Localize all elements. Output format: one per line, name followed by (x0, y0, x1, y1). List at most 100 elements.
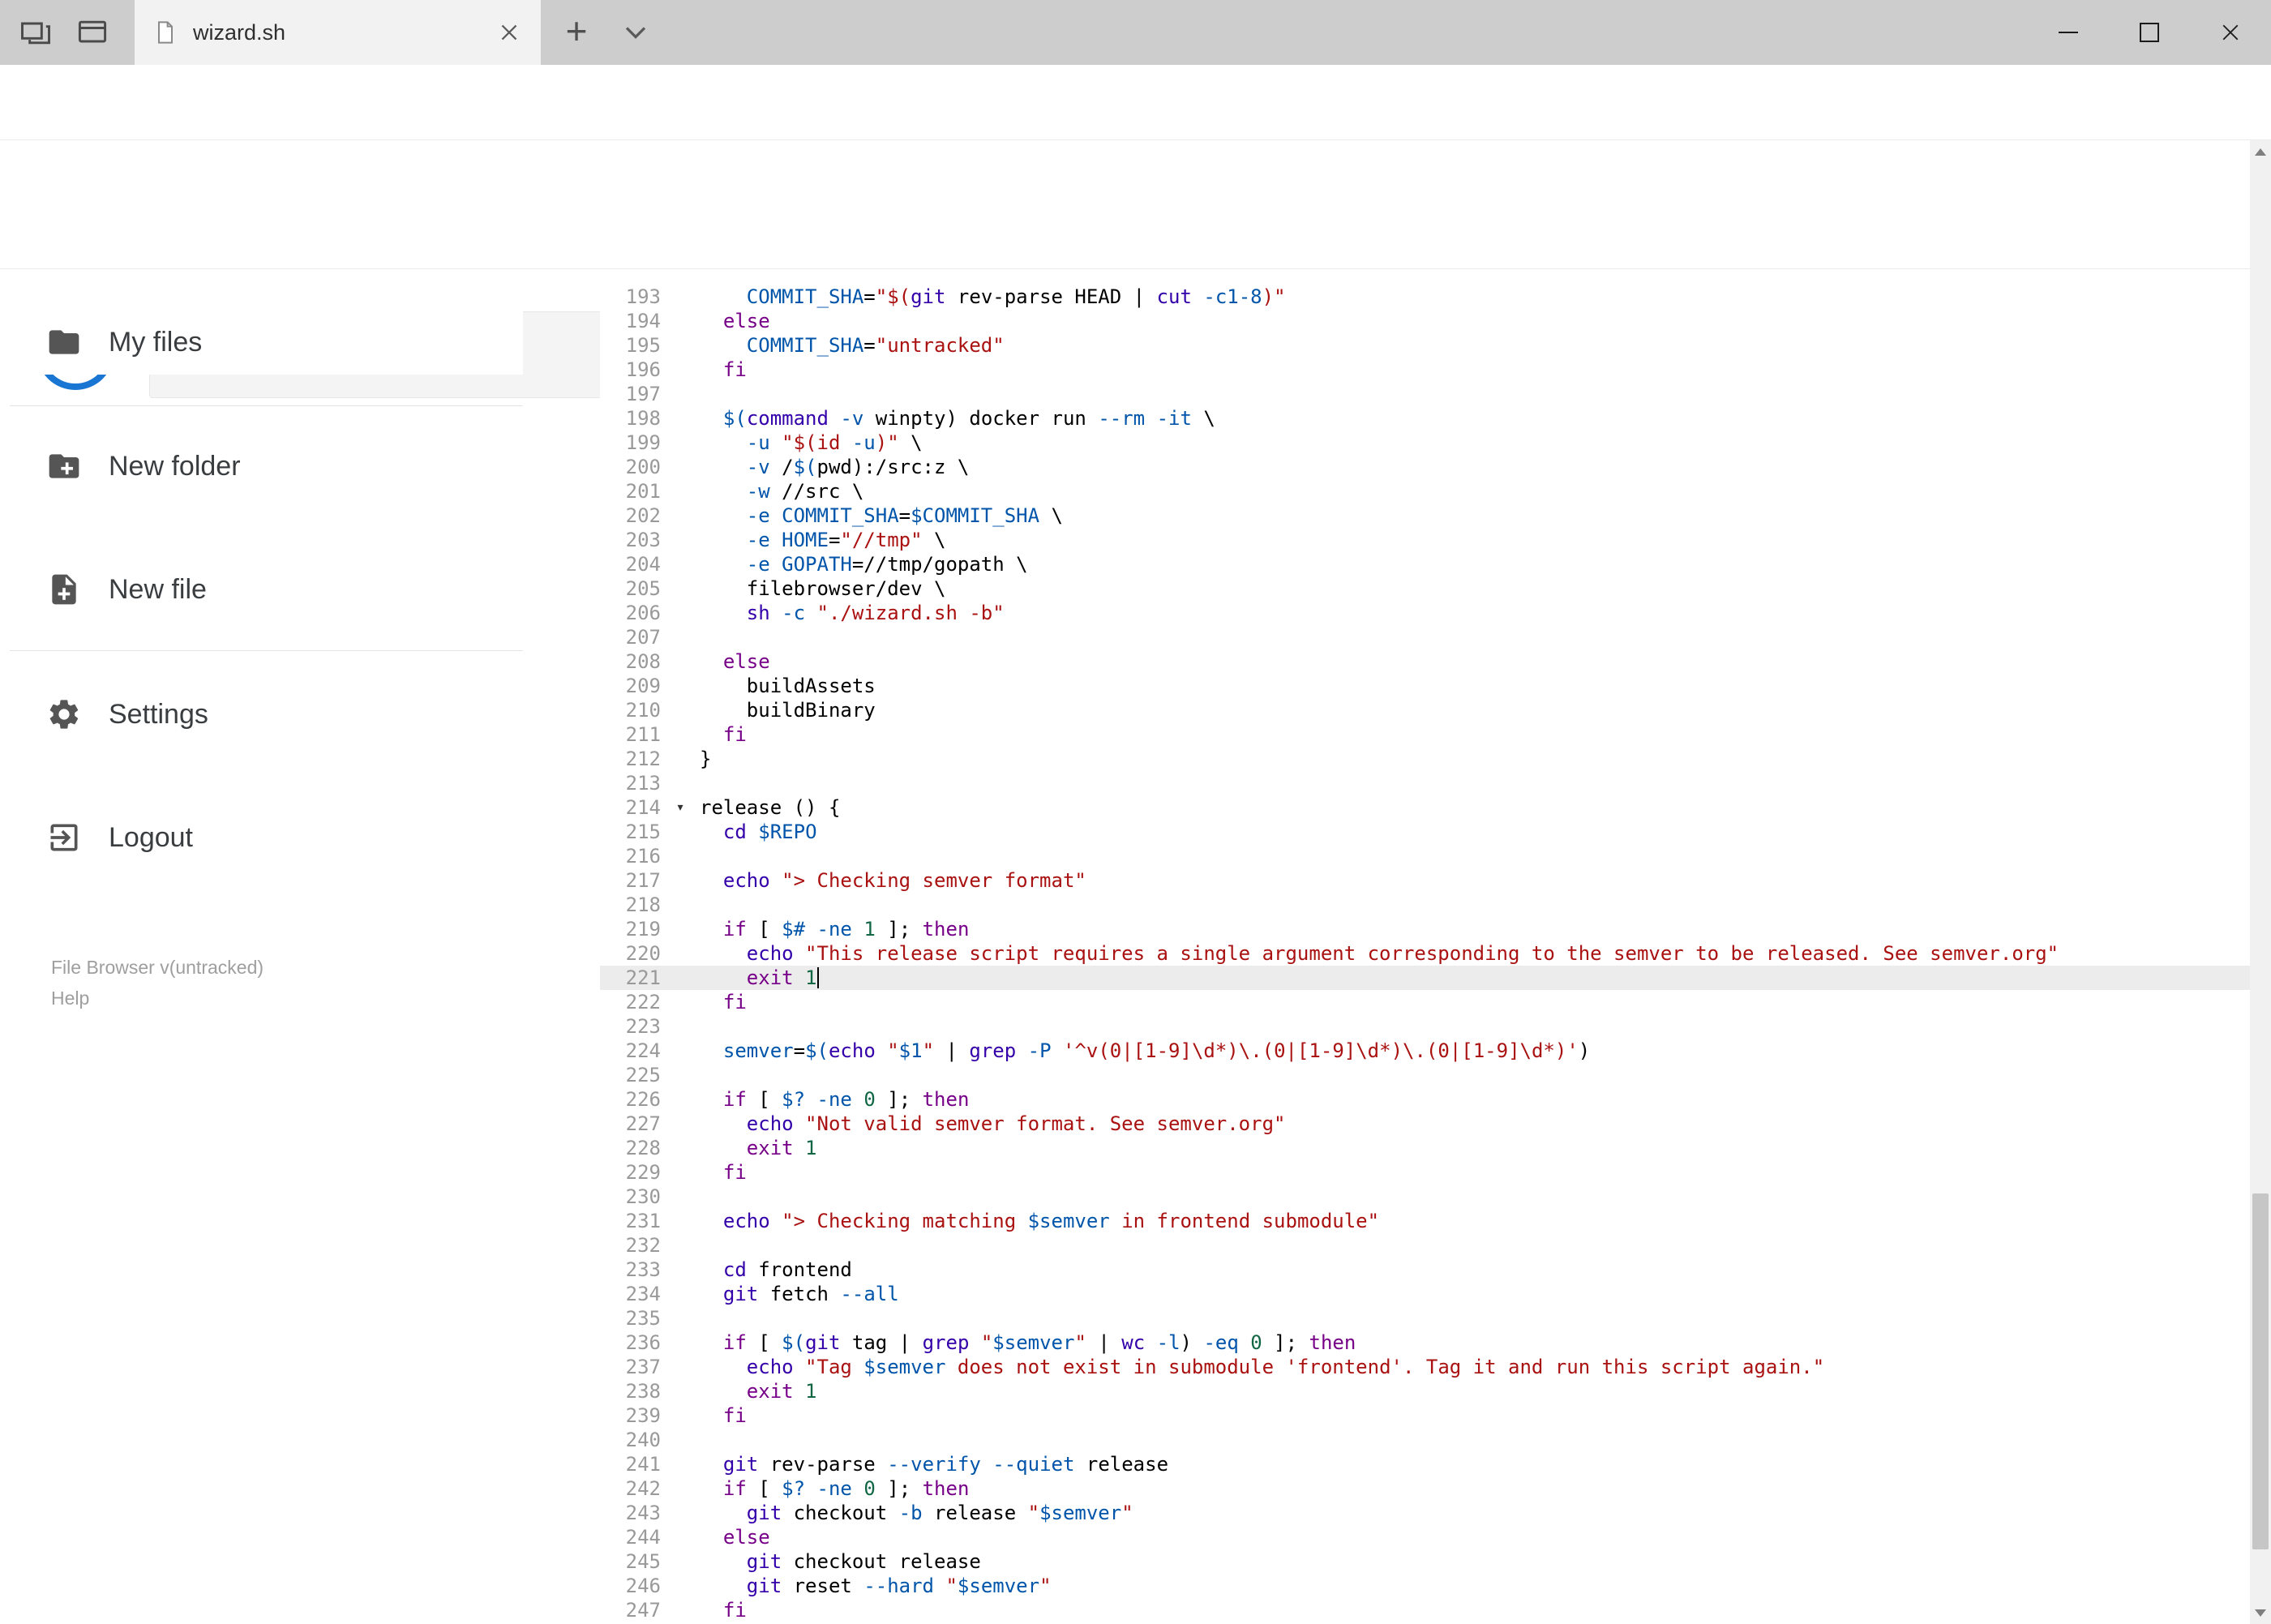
code-line[interactable]: 216 (600, 844, 2250, 868)
code-line[interactable]: 200 -v /$(pwd):/src:z \ (600, 455, 2250, 479)
code-line[interactable]: 215 cd $REPO (600, 820, 2250, 844)
code-line[interactable]: 220 echo "This release script requires a… (600, 941, 2250, 966)
code-line[interactable]: 240 (600, 1428, 2250, 1452)
code-line[interactable]: 195 COMMIT_SHA="untracked" (600, 333, 2250, 358)
code-text: exit 1 (746, 966, 819, 989)
code-editor[interactable]: 193 COMMIT_SHA="$(git rev-parse HEAD | c… (600, 269, 2250, 1624)
sidebar-item-new-file[interactable]: New file (0, 557, 523, 622)
code-line[interactable]: 193 COMMIT_SHA="$(git rev-parse HEAD | c… (600, 285, 2250, 309)
fold-gutter (661, 1136, 700, 1160)
code-line[interactable]: 241 git rev-parse --verify --quiet relea… (600, 1452, 2250, 1476)
fold-gutter (661, 552, 700, 576)
code-line[interactable]: 247 fi (600, 1598, 2250, 1622)
code-line[interactable]: 209 buildAssets (600, 674, 2250, 698)
code-line[interactable]: 204 -e GOPATH=//tmp/gopath \ (600, 552, 2250, 576)
code-text: echo "Not valid semver format. See semve… (746, 1112, 1286, 1135)
code-line[interactable]: 208 else (600, 649, 2250, 674)
code-line[interactable]: 218 (600, 893, 2250, 917)
code-text: } (700, 748, 712, 770)
line-number: 241 (625, 1453, 661, 1476)
fold-gutter (661, 1574, 700, 1598)
fold-gutter (661, 479, 700, 503)
line-number: 216 (625, 845, 661, 868)
code-line[interactable]: 236 if [ $(git tag | grep "$semver" | wc… (600, 1330, 2250, 1355)
code-line[interactable]: 198 $(command -v winpty) docker run --rm… (600, 406, 2250, 431)
fold-gutter (661, 382, 700, 406)
browser-tab[interactable]: wizard.sh (135, 0, 541, 65)
code-text: echo "Tag $semver does not exist in subm… (746, 1356, 1825, 1378)
code-line[interactable]: 226 if [ $? -ne 0 ]; then (600, 1087, 2250, 1112)
sidebar-item-my-files[interactable]: My files (0, 310, 523, 375)
code-line[interactable]: 203 -e HOME="//tmp" \ (600, 528, 2250, 552)
sidebar-item-label: My files (109, 326, 203, 358)
tab-title: wizard.sh (193, 19, 286, 45)
code-line[interactable]: 239 fi (600, 1403, 2250, 1428)
fold-marker-icon[interactable]: ▾ (661, 795, 700, 820)
code-line[interactable]: 230 (600, 1185, 2250, 1209)
scroll-down-arrow-icon[interactable] (2250, 1601, 2271, 1624)
code-line[interactable]: 205 filebrowser/dev \ (600, 576, 2250, 601)
code-line[interactable]: 217 echo "> Checking semver format" (600, 868, 2250, 893)
code-line[interactable]: 212} (600, 747, 2250, 771)
code-line[interactable]: 202 -e COMMIT_SHA=$COMMIT_SHA \ (600, 503, 2250, 528)
tab-close-icon[interactable] (495, 19, 523, 46)
code-line[interactable]: 201 -w //src \ (600, 479, 2250, 503)
code-line[interactable]: 232 (600, 1233, 2250, 1258)
code-line[interactable]: 199 -u "$(id -u)" \ (600, 431, 2250, 455)
code-line[interactable]: 235 (600, 1306, 2250, 1330)
code-line[interactable]: 246 git reset --hard "$semver" (600, 1574, 2250, 1598)
code-line[interactable]: 231 echo "> Checking matching $semver in… (600, 1209, 2250, 1233)
tab-preview-chevron-icon[interactable] (618, 15, 653, 50)
code-line[interactable]: 225 (600, 1063, 2250, 1087)
fold-gutter (661, 503, 700, 528)
line-number: 200 (625, 456, 661, 478)
code-line[interactable]: 197 (600, 382, 2250, 406)
code-line[interactable]: 207 (600, 625, 2250, 649)
code-line[interactable]: 206 sh -c "./wizard.sh -b" (600, 601, 2250, 625)
fold-gutter (661, 1476, 700, 1501)
code-line[interactable]: 229 fi (600, 1160, 2250, 1185)
code-line[interactable]: 233 cd frontend (600, 1258, 2250, 1282)
set-tabs-aside-icon[interactable] (18, 15, 54, 50)
new-tab-button[interactable]: + (553, 8, 600, 55)
code-line[interactable]: 224 semver=$(echo "$1" | grep -P '^v(0|[… (600, 1039, 2250, 1063)
sidebar-item-label: Logout (109, 821, 193, 853)
code-line[interactable]: 214 ▾ release () { (600, 795, 2250, 820)
code-line[interactable]: 219 if [ $# -ne 1 ]; then (600, 917, 2250, 941)
code-line[interactable]: 221 exit 1 (600, 966, 2250, 990)
code-line[interactable]: 242 if [ $? -ne 0 ]; then (600, 1476, 2250, 1501)
code-line[interactable]: 238 exit 1 (600, 1379, 2250, 1403)
maximize-button[interactable] (2109, 0, 2190, 65)
code-text: git checkout -b release "$semver" (746, 1502, 1133, 1524)
scroll-up-arrow-icon[interactable] (2250, 140, 2271, 163)
line-number: 225 (625, 1064, 661, 1086)
line-number: 204 (625, 553, 661, 576)
code-line[interactable]: 211 fi (600, 722, 2250, 747)
minimize-button[interactable] (2028, 0, 2109, 65)
code-line[interactable]: 222 fi (600, 990, 2250, 1014)
page-scrollbar[interactable] (2250, 140, 2271, 1624)
code-line[interactable]: 243 git checkout -b release "$semver" (600, 1501, 2250, 1525)
app-header (0, 140, 2271, 398)
sidebar-item-new-folder[interactable]: New folder (0, 434, 523, 499)
code-line[interactable]: 228 exit 1 (600, 1136, 2250, 1160)
code-line[interactable]: 210 buildBinary (600, 698, 2250, 722)
code-line[interactable]: 194 else (600, 309, 2250, 333)
code-line[interactable]: 213 (600, 771, 2250, 795)
scrollbar-thumb[interactable] (2252, 1193, 2269, 1550)
code-line[interactable]: 196 fi (600, 358, 2250, 382)
code-line[interactable]: 244 else (600, 1525, 2250, 1549)
help-link[interactable]: Help (51, 988, 89, 1009)
code-line[interactable]: 227 echo "Not valid semver format. See s… (600, 1112, 2250, 1136)
fold-gutter (661, 1549, 700, 1574)
code-line[interactable]: 223 (600, 1014, 2250, 1039)
tabs-preview-icon[interactable] (75, 15, 110, 50)
close-button[interactable] (2190, 0, 2271, 65)
code-line[interactable]: 245 git checkout release (600, 1549, 2250, 1574)
code-line[interactable]: 237 echo "Tag $semver does not exist in … (600, 1355, 2250, 1379)
code-line[interactable]: 234 git fetch --all (600, 1282, 2250, 1306)
sidebar-item-logout[interactable]: Logout (0, 805, 523, 870)
sidebar-item-settings[interactable]: Settings (0, 682, 523, 747)
fold-gutter (661, 771, 700, 795)
code-text: $(command -v winpty) docker run --rm -it… (722, 407, 1215, 430)
